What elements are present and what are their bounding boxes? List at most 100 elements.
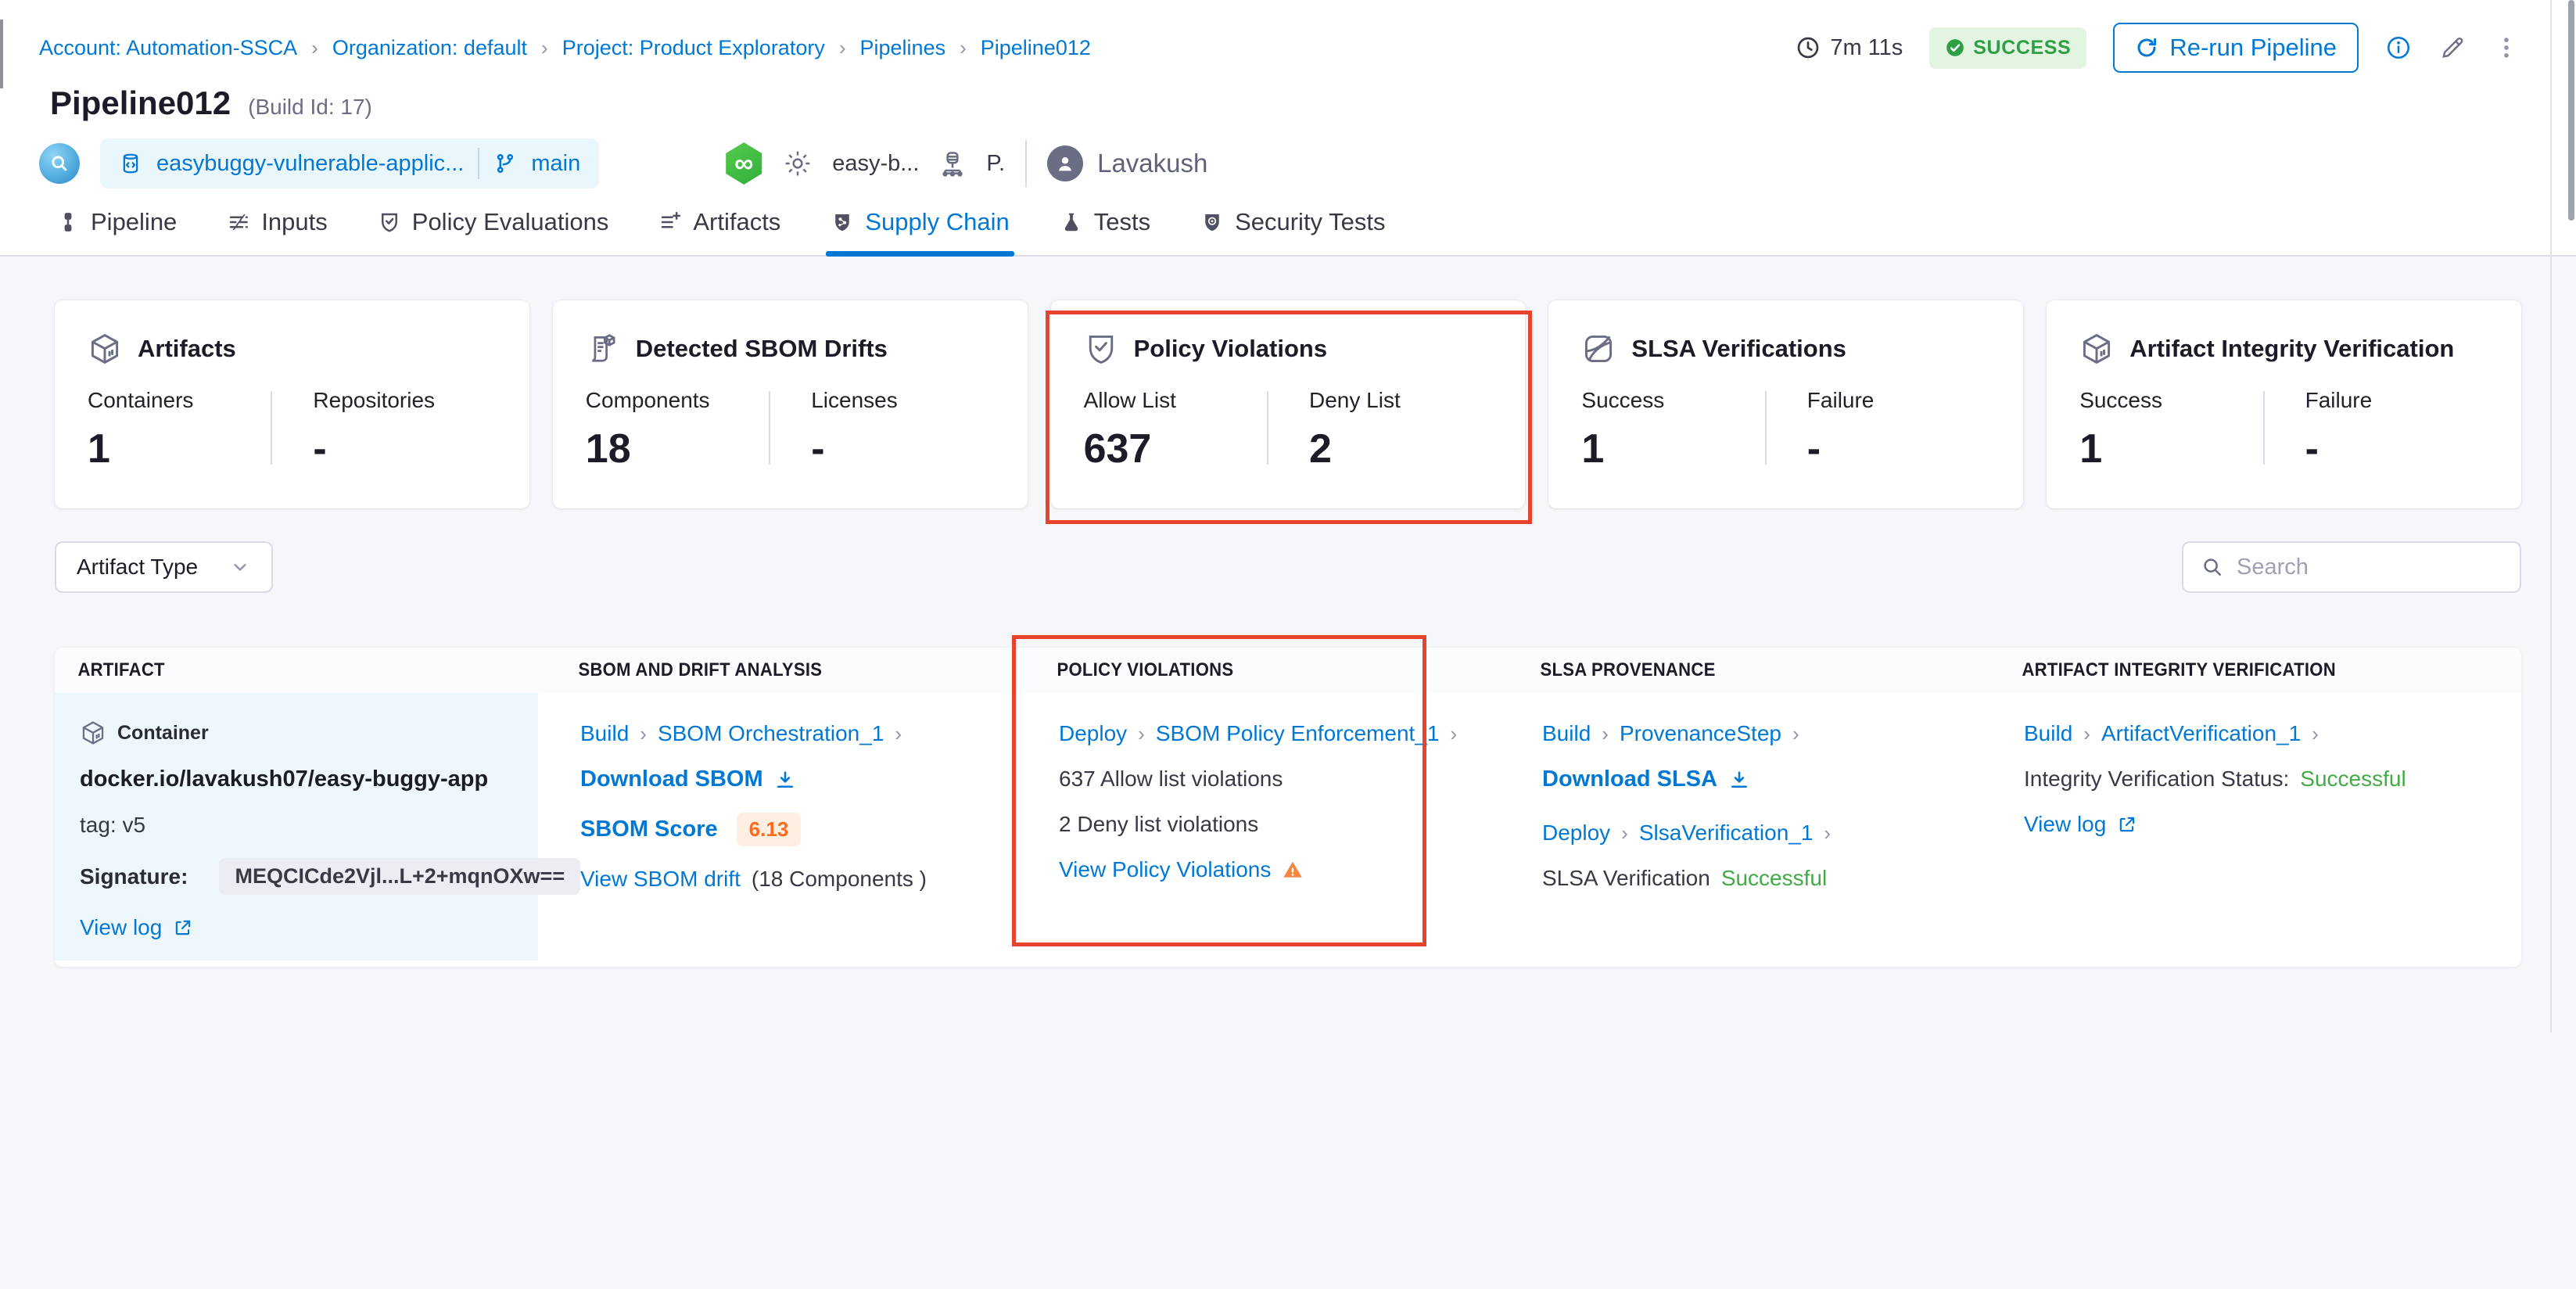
card-artifacts: Artifacts Containers 1 Repositories - (55, 300, 529, 508)
signature-value[interactable]: MEQCICde2Vjl...L+2+mqnOXw== (219, 858, 580, 895)
window-edge (0, 20, 3, 88)
tab-tests[interactable]: Tests (1060, 208, 1150, 255)
metric-slsa-success: Success 1 (1581, 388, 1764, 472)
meta-row: easybuggy-vulnerable-applic... main ∞ ea… (0, 122, 2576, 188)
tab-label: Policy Evaluations (412, 208, 609, 236)
supply-chain-shield-icon (831, 210, 854, 234)
view-log-link[interactable]: View log (80, 915, 162, 940)
artifacts-table: ARTIFACT SBOM AND DRIFT ANALYSIS POLICY … (55, 648, 2521, 967)
metric-label: Failure (2305, 388, 2488, 413)
cell-policy-violations: Deploy SBOM Policy Enforcement_1 637 All… (1034, 693, 1517, 967)
tab-artifacts[interactable]: Artifacts (658, 208, 780, 255)
breadcrumb-separator (839, 36, 846, 60)
environment-abbrev[interactable]: P. (986, 151, 1005, 177)
scrollbar-thumb[interactable] (2568, 0, 2574, 221)
breadcrumb-pipelines[interactable]: Pipelines (860, 36, 946, 60)
slsa-icon (1581, 332, 1616, 366)
edit-pipeline-icon[interactable] (2438, 34, 2467, 62)
tab-label: Pipeline (91, 208, 177, 236)
stage-link[interactable]: Build (1542, 721, 1591, 746)
artifact-type-select[interactable]: Artifact Type (55, 541, 273, 593)
integrity-status-label: Integrity Verification Status: (2024, 767, 2289, 792)
view-log-link[interactable]: View log (2024, 812, 2106, 837)
tab-security-tests[interactable]: Security Tests (1200, 208, 1385, 255)
rerun-label: Re-run Pipeline (2169, 34, 2337, 62)
sbom-drift-components: (18 Components ) (752, 867, 927, 892)
git-branch-icon (493, 152, 517, 175)
step-link[interactable]: SBOM Orchestration_1 (658, 721, 884, 746)
external-link-icon (2117, 814, 2137, 835)
slsa-status-value: Successful (1721, 866, 1827, 891)
security-shield-gear-icon (1200, 210, 1224, 234)
tab-label: Tests (1094, 208, 1150, 236)
metric-value: 1 (1581, 425, 1764, 472)
metric-integrity-success: Success 1 (2079, 388, 2262, 472)
step-link[interactable]: ProvenanceStep (1620, 721, 1781, 746)
breadcrumb-account[interactable]: Account: Automation-SSCA (39, 36, 297, 60)
service-name[interactable]: easy-b... (832, 151, 919, 177)
metric-value: - (313, 425, 496, 472)
tab-policy-evaluations[interactable]: Policy Evaluations (378, 208, 609, 255)
cube-icon (88, 332, 122, 366)
step-link[interactable]: SBOM Policy Enforcement_1 (1156, 721, 1440, 746)
metric-slsa-failure: Failure - (1767, 388, 1990, 472)
table-row: Container docker.io/lavakush07/easy-bugg… (55, 693, 2521, 967)
stage-link[interactable]: Build (2024, 721, 2072, 746)
card-policy-violations: Policy Violations Allow List 637 Deny Li… (1051, 300, 1526, 508)
breadcrumb-organization[interactable]: Organization: default (332, 36, 527, 60)
supply-chain-content: Artifacts Containers 1 Repositories - (0, 257, 2576, 1289)
col-policy: POLICY VIOLATIONS (1034, 659, 1479, 681)
tab-inputs[interactable]: Inputs (227, 208, 327, 255)
breadcrumb-separator (311, 36, 318, 60)
metric-value: 2 (1309, 425, 1492, 472)
download-sbom-link[interactable]: Download SBOM (580, 767, 763, 792)
cube-icon (80, 720, 106, 746)
sbom-score-badge: 6.13 (737, 813, 802, 846)
warning-icon (1282, 859, 1304, 881)
branch-name[interactable]: main (531, 151, 580, 177)
step-link[interactable]: ArtifactVerification_1 (2101, 721, 2301, 746)
flask-icon (1060, 210, 1083, 234)
tab-supply-chain[interactable]: Supply Chain (831, 208, 1009, 255)
breadcrumb-project[interactable]: Project: Product Exploratory (562, 36, 825, 60)
harness-logo-icon: ∞ (724, 142, 763, 185)
col-sbom: SBOM AND DRIFT ANALYSIS (555, 659, 996, 681)
view-policy-violations-link[interactable]: View Policy Violations (1059, 857, 1271, 882)
info-icon[interactable] (2385, 34, 2412, 61)
artifact-tag: tag: v5 (80, 813, 145, 838)
stage-link[interactable]: Build (580, 721, 629, 746)
card-title: Artifact Integrity Verification (2129, 335, 2454, 363)
metric-components: Components 18 (586, 388, 769, 472)
rerun-pipeline-button[interactable]: Re-run Pipeline (2113, 23, 2359, 73)
metric-value: - (811, 425, 994, 472)
metric-label: Containers (88, 388, 271, 413)
artifact-type-badge: Container (117, 722, 209, 745)
metric-label: Success (1581, 388, 1764, 413)
tab-label: Inputs (261, 208, 327, 236)
codebase-icon (39, 143, 80, 184)
more-options-icon[interactable] (2493, 34, 2520, 61)
breadcrumb: Account: Automation-SSCA Organization: d… (39, 36, 1091, 60)
card-title: SLSA Verifications (1631, 335, 1846, 363)
search-input[interactable] (2237, 555, 2502, 580)
top-bar: Account: Automation-SSCA Organization: d… (0, 0, 2576, 72)
repository-icon (119, 152, 142, 175)
col-integrity: ARTIFACT INTEGRITY VERIFICATION (1999, 659, 2480, 681)
check-circle-icon (1945, 38, 1965, 58)
user-avatar (1047, 145, 1083, 181)
stage-link[interactable]: Deploy (1059, 721, 1127, 746)
metric-containers: Containers 1 (88, 388, 271, 472)
summary-cards: Artifacts Containers 1 Repositories - (55, 300, 2521, 508)
tab-pipeline[interactable]: Pipeline (56, 208, 177, 255)
sbom-score-link[interactable]: SBOM Score (580, 817, 718, 842)
breadcrumb-pipeline012[interactable]: Pipeline012 (981, 36, 1091, 60)
metric-label: Licenses (811, 388, 994, 413)
repo-branch-pill: easybuggy-vulnerable-applic... main (100, 138, 599, 189)
stage-link[interactable]: Deploy (1542, 820, 1610, 846)
metric-value: - (2305, 425, 2488, 472)
card-slsa-verifications: SLSA Verifications Success 1 Failure - (1548, 300, 2023, 508)
view-sbom-drift-link[interactable]: View SBOM drift (580, 867, 741, 892)
download-slsa-link[interactable]: Download SLSA (1542, 767, 1717, 792)
step-link[interactable]: SlsaVerification_1 (1639, 820, 1814, 846)
repo-name[interactable]: easybuggy-vulnerable-applic... (156, 151, 464, 177)
